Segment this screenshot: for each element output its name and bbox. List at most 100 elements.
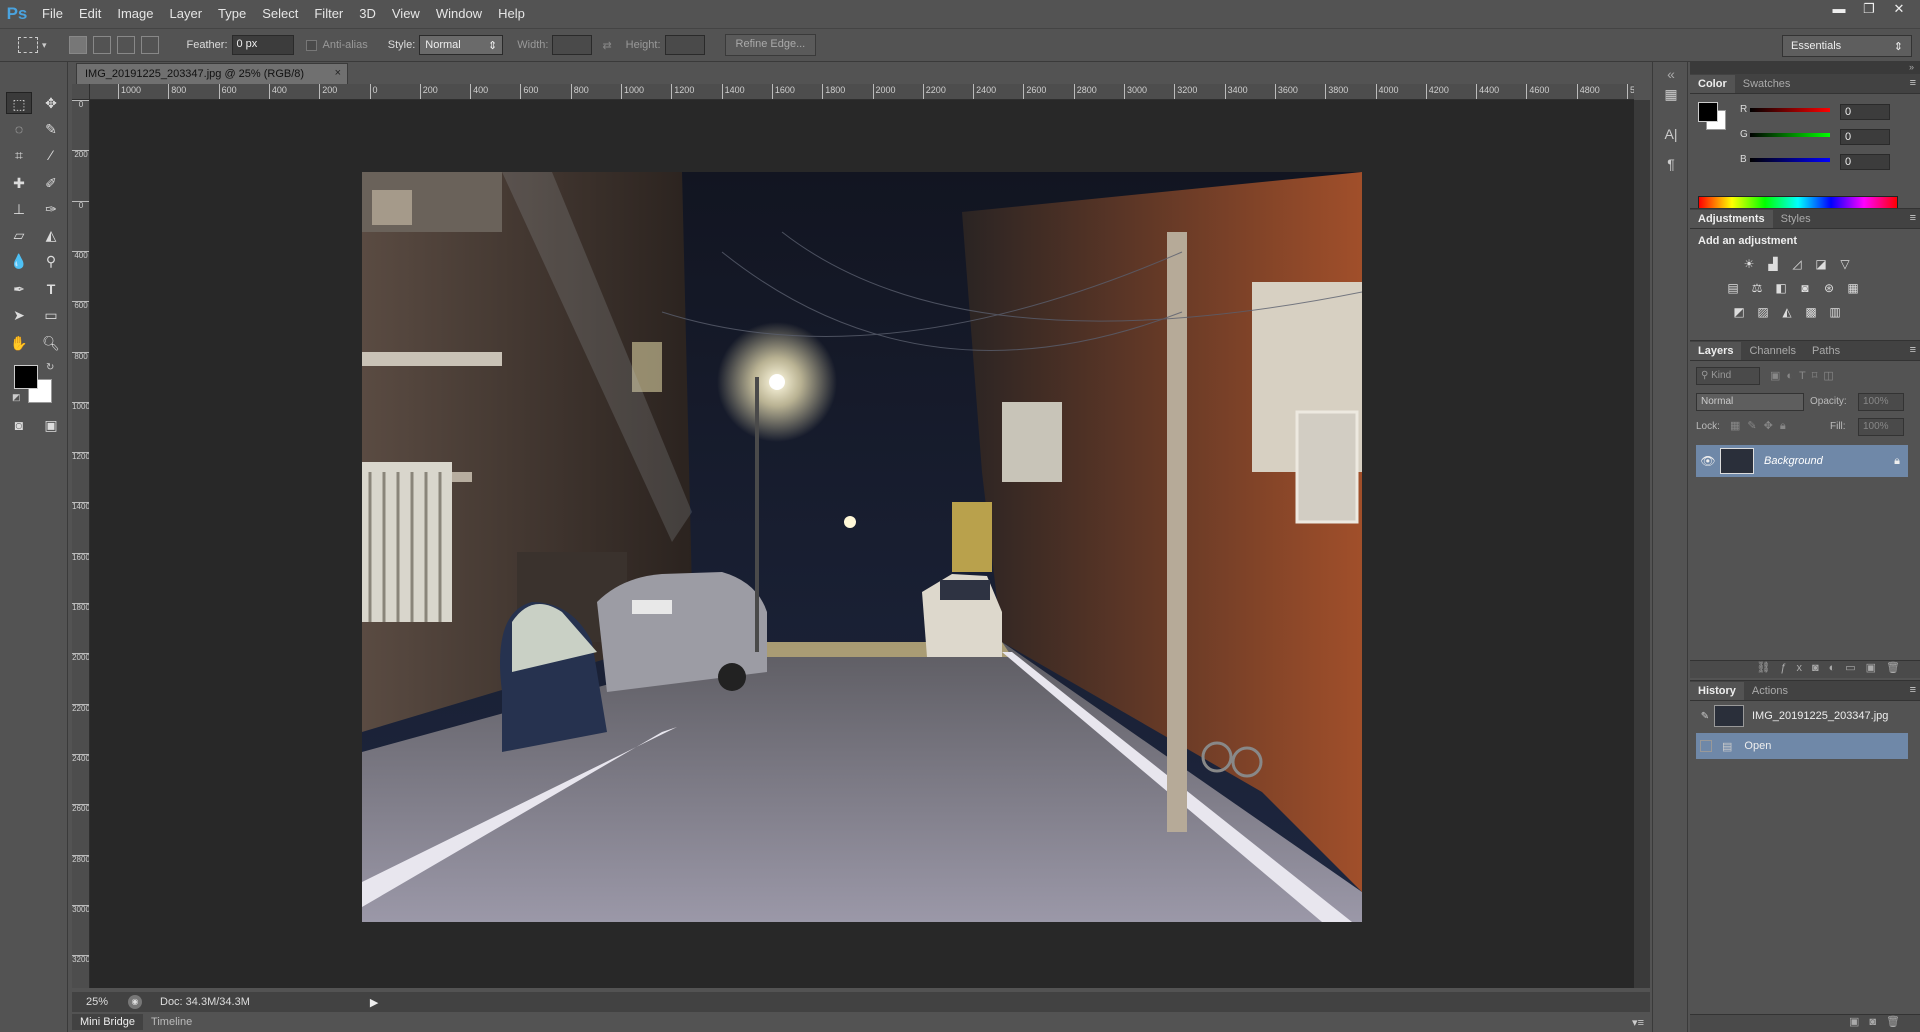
zoom-level[interactable]: 25% — [72, 996, 112, 1008]
rectangular-marquee-icon[interactable]: ⬚ — [6, 92, 32, 114]
opacity-input[interactable]: 100% — [1858, 393, 1904, 411]
default-colors-icon[interactable]: ◩ — [12, 392, 21, 403]
history-footer-icons[interactable]: ▣◙🗑︎ — [1690, 1014, 1920, 1032]
swap-dimensions-icon[interactable]: ⇄ — [602, 39, 611, 52]
eyedropper-icon[interactable]: ⁄ — [38, 144, 64, 166]
levels-icon[interactable]: ▟ — [1764, 255, 1782, 273]
marquee-tool-preset-icon[interactable] — [18, 37, 38, 53]
layer-filter-kind[interactable]: ⚲ Kind — [1696, 367, 1760, 385]
lock-icons[interactable]: ▦✎✥🔒︎ — [1730, 419, 1793, 433]
character-panel-icon[interactable]: A| — [1661, 126, 1681, 146]
selective-color-icon[interactable]: ▩ — [1802, 303, 1820, 321]
workspace-select[interactable]: Essentials ⇕ — [1782, 35, 1912, 57]
refine-edge-button[interactable]: Refine Edge... — [724, 34, 817, 56]
tab-timeline[interactable]: Timeline — [143, 1014, 200, 1030]
panel-menu-icon[interactable]: ≡ — [1910, 212, 1916, 224]
move-icon[interactable]: ✥ — [38, 92, 64, 114]
paragraph-panel-icon[interactable]: ¶ — [1661, 156, 1681, 176]
black-white-icon[interactable]: ◧ — [1772, 279, 1790, 297]
curves-icon[interactable]: ◿ — [1788, 255, 1806, 273]
ruler-origin[interactable] — [72, 84, 90, 100]
paint-bucket-icon[interactable]: ◭ — [38, 224, 64, 246]
menu-image[interactable]: Image — [109, 0, 161, 28]
hue-saturation-icon[interactable]: ▤ — [1724, 279, 1742, 297]
invert-icon[interactable]: ◩ — [1730, 303, 1748, 321]
ruler-horizontal[interactable]: 1000 800 600 400 200 0 200 400 600 800 1000 1200 140… — [90, 84, 1634, 100]
clone-stamp-icon[interactable]: ⊥ — [6, 198, 32, 220]
panel-menu-icon[interactable]: ▾≡ — [1632, 1016, 1644, 1029]
tab-actions[interactable]: Actions — [1744, 682, 1796, 700]
blur-icon[interactable]: 💧 — [6, 250, 32, 272]
menu-view[interactable]: View — [384, 0, 428, 28]
gradient-map-icon[interactable]: ▥ — [1826, 303, 1844, 321]
tab-paths[interactable]: Paths — [1804, 342, 1848, 360]
collapse-arrows-icon[interactable]: « — [1661, 66, 1681, 86]
brightness-contrast-icon[interactable]: ☀ — [1740, 255, 1758, 273]
history-step-checkbox[interactable] — [1700, 740, 1712, 752]
lasso-icon[interactable]: ◌ — [6, 118, 32, 140]
panel-collapse-bar[interactable]: » — [1690, 62, 1920, 74]
healing-brush-icon[interactable]: ✚ — [6, 172, 32, 194]
tab-history[interactable]: History — [1690, 681, 1744, 700]
menu-3d[interactable]: 3D — [351, 0, 384, 28]
width-input[interactable] — [552, 35, 593, 55]
restore-icon[interactable]: ❐ — [1856, 0, 1882, 18]
history-snapshot[interactable]: ✎ IMG_20191225_203347.jpg — [1696, 703, 1908, 729]
layer-row[interactable]: 👁︎ Background 🔒︎ — [1696, 445, 1908, 477]
foreground-color-swatch[interactable] — [14, 365, 38, 389]
path-selection-icon[interactable]: ➤ — [6, 304, 32, 326]
minimize-icon[interactable]: ▬ — [1826, 0, 1852, 18]
pen-icon[interactable]: ✒ — [6, 278, 32, 300]
menu-edit[interactable]: Edit — [71, 0, 109, 28]
screen-mode-icon[interactable]: ▣ — [38, 414, 64, 436]
swap-colors-icon[interactable]: ↻ — [46, 362, 54, 373]
quick-mask-icon[interactable]: ◙ — [6, 414, 32, 436]
close-icon[interactable]: ✕ — [1886, 0, 1912, 18]
panel-menu-icon[interactable]: ≡ — [1910, 684, 1916, 696]
red-value[interactable]: 0 — [1840, 104, 1890, 120]
mini-bridge-panel-icon[interactable]: ▦ — [1661, 86, 1681, 106]
green-value[interactable]: 0 — [1840, 129, 1890, 145]
tab-layers[interactable]: Layers — [1690, 341, 1742, 360]
menu-file[interactable]: File — [34, 0, 71, 28]
threshold-icon[interactable]: ◭ — [1778, 303, 1796, 321]
menu-help[interactable]: Help — [490, 0, 533, 28]
history-brush-icon[interactable]: ✑ — [38, 198, 64, 220]
vibrance-icon[interactable]: ▽ — [1836, 255, 1854, 273]
history-step[interactable]: ▤ Open — [1696, 733, 1908, 759]
feather-input[interactable]: 0 px — [231, 35, 294, 55]
status-info-icon[interactable]: ◉ — [128, 995, 142, 1009]
canvas-area[interactable] — [90, 100, 1634, 988]
close-tab-icon[interactable]: × — [335, 67, 341, 79]
history-brush-source-icon[interactable]: ✎ — [1696, 711, 1714, 722]
type-icon[interactable]: T — [38, 278, 64, 300]
rectangle-shape-icon[interactable]: ▭ — [38, 304, 64, 326]
menu-select[interactable]: Select — [254, 0, 306, 28]
menu-window[interactable]: Window — [428, 0, 490, 28]
menu-layer[interactable]: Layer — [162, 0, 211, 28]
blue-slider[interactable] — [1750, 158, 1830, 162]
blend-mode-select[interactable]: Normal — [1696, 393, 1804, 411]
menu-filter[interactable]: Filter — [306, 0, 351, 28]
ruler-vertical[interactable]: 0 200 0 400 600 800 1000 1200 1400 1600 1800 2000 22… — [72, 100, 90, 988]
blue-value[interactable]: 0 — [1840, 154, 1890, 170]
channel-mixer-icon[interactable]: ⊛ — [1820, 279, 1838, 297]
red-slider[interactable] — [1750, 108, 1830, 112]
tab-channels[interactable]: Channels — [1741, 342, 1803, 360]
vertical-scrollbar[interactable] — [1634, 100, 1650, 988]
height-input[interactable] — [664, 35, 705, 55]
tab-color[interactable]: Color — [1690, 74, 1735, 93]
lock-icon[interactable]: 🔒︎ — [1894, 455, 1900, 468]
dodge-icon[interactable]: ⚲ — [38, 250, 64, 272]
green-slider[interactable] — [1750, 133, 1830, 137]
subtract-from-selection-icon[interactable] — [116, 36, 135, 54]
layers-footer-icons[interactable]: ⛓ƒx◙◐▭▣🗑︎ — [1690, 660, 1920, 678]
panel-menu-icon[interactable]: ≡ — [1910, 77, 1916, 89]
tab-styles[interactable]: Styles — [1773, 210, 1819, 228]
add-to-selection-icon[interactable] — [92, 36, 111, 54]
crop-icon[interactable]: ⌗ — [6, 144, 32, 166]
color-lookup-icon[interactable]: ▦ — [1844, 279, 1862, 297]
hand-icon[interactable]: ✋ — [6, 332, 32, 354]
intersect-selection-icon[interactable] — [140, 36, 159, 54]
foreground-color-swatch[interactable] — [1698, 102, 1718, 122]
